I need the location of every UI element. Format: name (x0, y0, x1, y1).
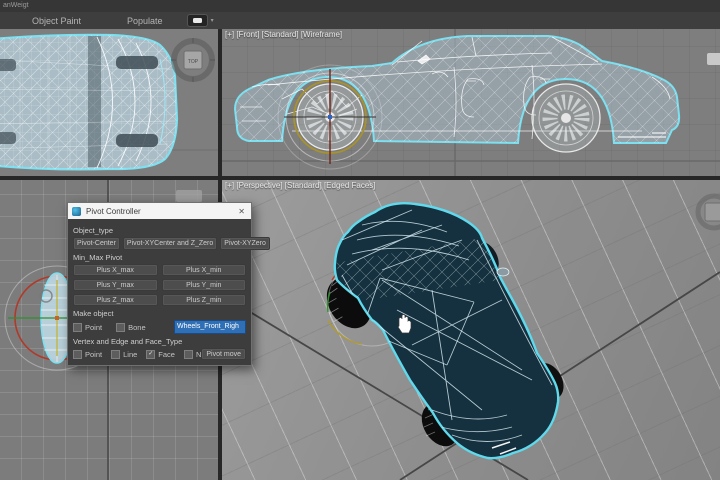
make-object-label: Make object (73, 309, 114, 318)
vertex-edge-face-label: Vertex and Edge and Face_Type (73, 337, 183, 346)
checkbox-box[interactable] (116, 322, 126, 332)
viewcube-front-partial[interactable] (707, 53, 720, 65)
rear-wheel (531, 83, 601, 153)
viewport-perspective[interactable]: [+] [Perspective] [Standard] [Edged Face… (222, 180, 720, 480)
pivot-point (55, 316, 59, 320)
bone-checkbox[interactable]: Bone (116, 322, 146, 332)
populate-tool-button[interactable]: ▾ (186, 14, 214, 27)
dialog-body: Object_type Pivot-Center Pivot-XYCenter … (68, 219, 270, 365)
pivot-xycenter-zzero-button[interactable]: Pivot-XYCenter and Z_Zero (122, 237, 218, 250)
vef-point-checkbox[interactable]: Point (73, 349, 102, 359)
viewport-top-view[interactable]: TOP (0, 29, 218, 176)
checkbox-box[interactable] (111, 349, 121, 359)
viewport-perspective-label[interactable]: [+] [Perspective] [Standard] [Edged Face… (225, 181, 376, 190)
viewcube-perspective-partial[interactable] (695, 193, 720, 231)
pivot-move-button[interactable]: Pivot move (201, 348, 246, 360)
ribbon-bar: Object Paint Populate ▾ (0, 12, 720, 30)
dialog-title: Pivot Controller (86, 206, 141, 216)
plus-x-min-button[interactable]: Plus X_min (161, 264, 246, 276)
checkbox-box[interactable] (73, 322, 82, 332)
car-perspective-view (222, 193, 720, 480)
checkbox-box[interactable] (183, 349, 193, 359)
tab-populate[interactable]: Populate (117, 16, 173, 26)
object-type-label: Object_type (73, 226, 114, 235)
checkbox-box[interactable] (73, 349, 82, 359)
tab-object-paint[interactable]: Object Paint (22, 16, 91, 26)
chevron-down-icon: ▾ (210, 18, 214, 24)
plus-y-max-button[interactable]: Plus Y_max (73, 279, 158, 291)
car-side-view (222, 29, 720, 176)
pivot-controller-dialog[interactable]: Pivot Controller ✕ Object_type Pivot-Cen… (67, 202, 270, 366)
window-title-fragment: anWeigt (3, 2, 29, 9)
plus-y-min-button[interactable]: Plus Y_min (161, 279, 246, 291)
dialog-titlebar[interactable]: Pivot Controller ✕ (68, 203, 251, 219)
vef-line-checkbox[interactable]: Line (111, 349, 137, 359)
checkbox-checked[interactable]: ✓ (146, 349, 156, 359)
viewcube-top[interactable]: TOP (171, 38, 215, 82)
plus-z-min-button[interactable]: Plus Z_min (161, 294, 246, 306)
pivot-center-button[interactable]: Pivot-Center (73, 237, 120, 250)
vef-face-checkbox[interactable]: ✓ Face (146, 349, 175, 359)
plus-x-max-button[interactable]: Plus X_max (73, 264, 158, 276)
car-top-view: TOP (0, 33, 218, 171)
3dsmax-window: anWeigt Object Paint Populate ▾ TOP [+] … (0, 0, 720, 480)
pivot-point (328, 115, 332, 119)
viewport-front-label[interactable]: [+] [Front] [Standard] [Wireframe] (225, 30, 342, 39)
vef-n-checkbox[interactable]: N (183, 349, 201, 359)
viewcube-top-label: TOP (188, 59, 199, 65)
viewport-front-view[interactable]: [+] [Front] [Standard] [Wireframe] (222, 29, 720, 176)
close-icon[interactable]: ✕ (236, 207, 247, 216)
car-body-selected[interactable] (333, 202, 560, 460)
side-mirror (496, 267, 510, 277)
object-name-field[interactable]: Wheels_Front_Righ (174, 320, 246, 334)
point-checkbox[interactable]: Point (73, 322, 102, 332)
plus-z-max-button[interactable]: Plus Z_max (73, 294, 158, 306)
viewcube-left-partial (176, 190, 202, 202)
populate-flow-icon (186, 14, 208, 27)
pivot-xyzero-button[interactable]: Pivot-XYZero (220, 237, 270, 250)
window-titlebar: anWeigt (0, 0, 720, 12)
min-max-pivot-label: Min_Max Pivot (73, 253, 123, 262)
script-icon (72, 206, 81, 216)
